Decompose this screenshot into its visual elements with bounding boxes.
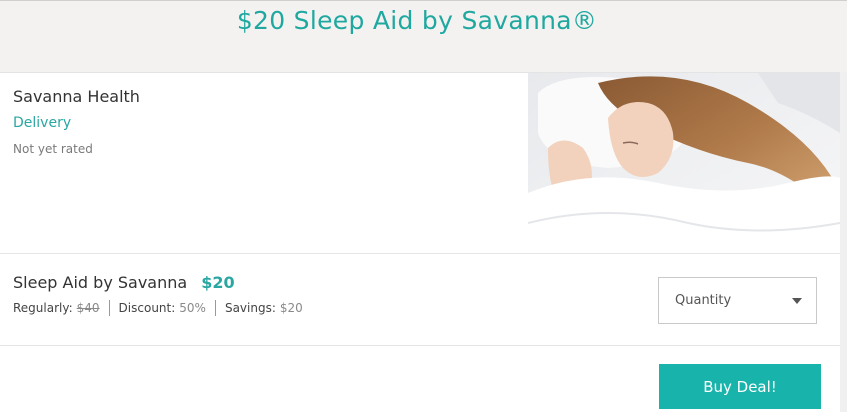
buy-deal-button[interactable]: Buy Deal! bbox=[659, 364, 821, 409]
top-border bbox=[0, 0, 847, 1]
pricing-separator bbox=[214, 300, 216, 316]
quantity-label: Quantity bbox=[675, 293, 732, 308]
scrollbar[interactable] bbox=[840, 72, 847, 412]
pricing-details: Regularly: $40 Discount: 50% Savings: $2… bbox=[13, 300, 303, 316]
pricing-separator bbox=[108, 300, 110, 316]
product-info: Sleep Aid by Savanna $20 Regularly: $40 … bbox=[13, 273, 303, 316]
regular-price: $40 bbox=[76, 301, 100, 315]
product-price: $20 bbox=[201, 273, 235, 292]
discount-label: Discount: bbox=[118, 301, 176, 315]
delivery-link[interactable]: Delivery bbox=[13, 115, 140, 131]
regular-label: Regularly: bbox=[13, 301, 73, 315]
discount-value: 50% bbox=[179, 301, 206, 315]
vendor-name: Savanna Health bbox=[13, 87, 140, 106]
section-divider bbox=[0, 253, 840, 254]
page-title: $20 Sleep Aid by Savanna® bbox=[236, 6, 598, 35]
deal-card: Savanna Health Delivery Not yet rated Sl… bbox=[0, 72, 840, 412]
vendor-rating: Not yet rated bbox=[13, 142, 93, 156]
savings-value: $20 bbox=[279, 301, 303, 315]
caret-down-icon bbox=[792, 298, 802, 304]
savings-label: Savings: bbox=[224, 301, 276, 315]
product-name: Sleep Aid by Savanna bbox=[13, 273, 188, 292]
quantity-select[interactable]: Quantity bbox=[658, 277, 817, 324]
vendor-info: Savanna Health Delivery Not yet rated bbox=[13, 87, 140, 156]
product-image bbox=[528, 73, 840, 252]
section-divider bbox=[0, 345, 840, 346]
